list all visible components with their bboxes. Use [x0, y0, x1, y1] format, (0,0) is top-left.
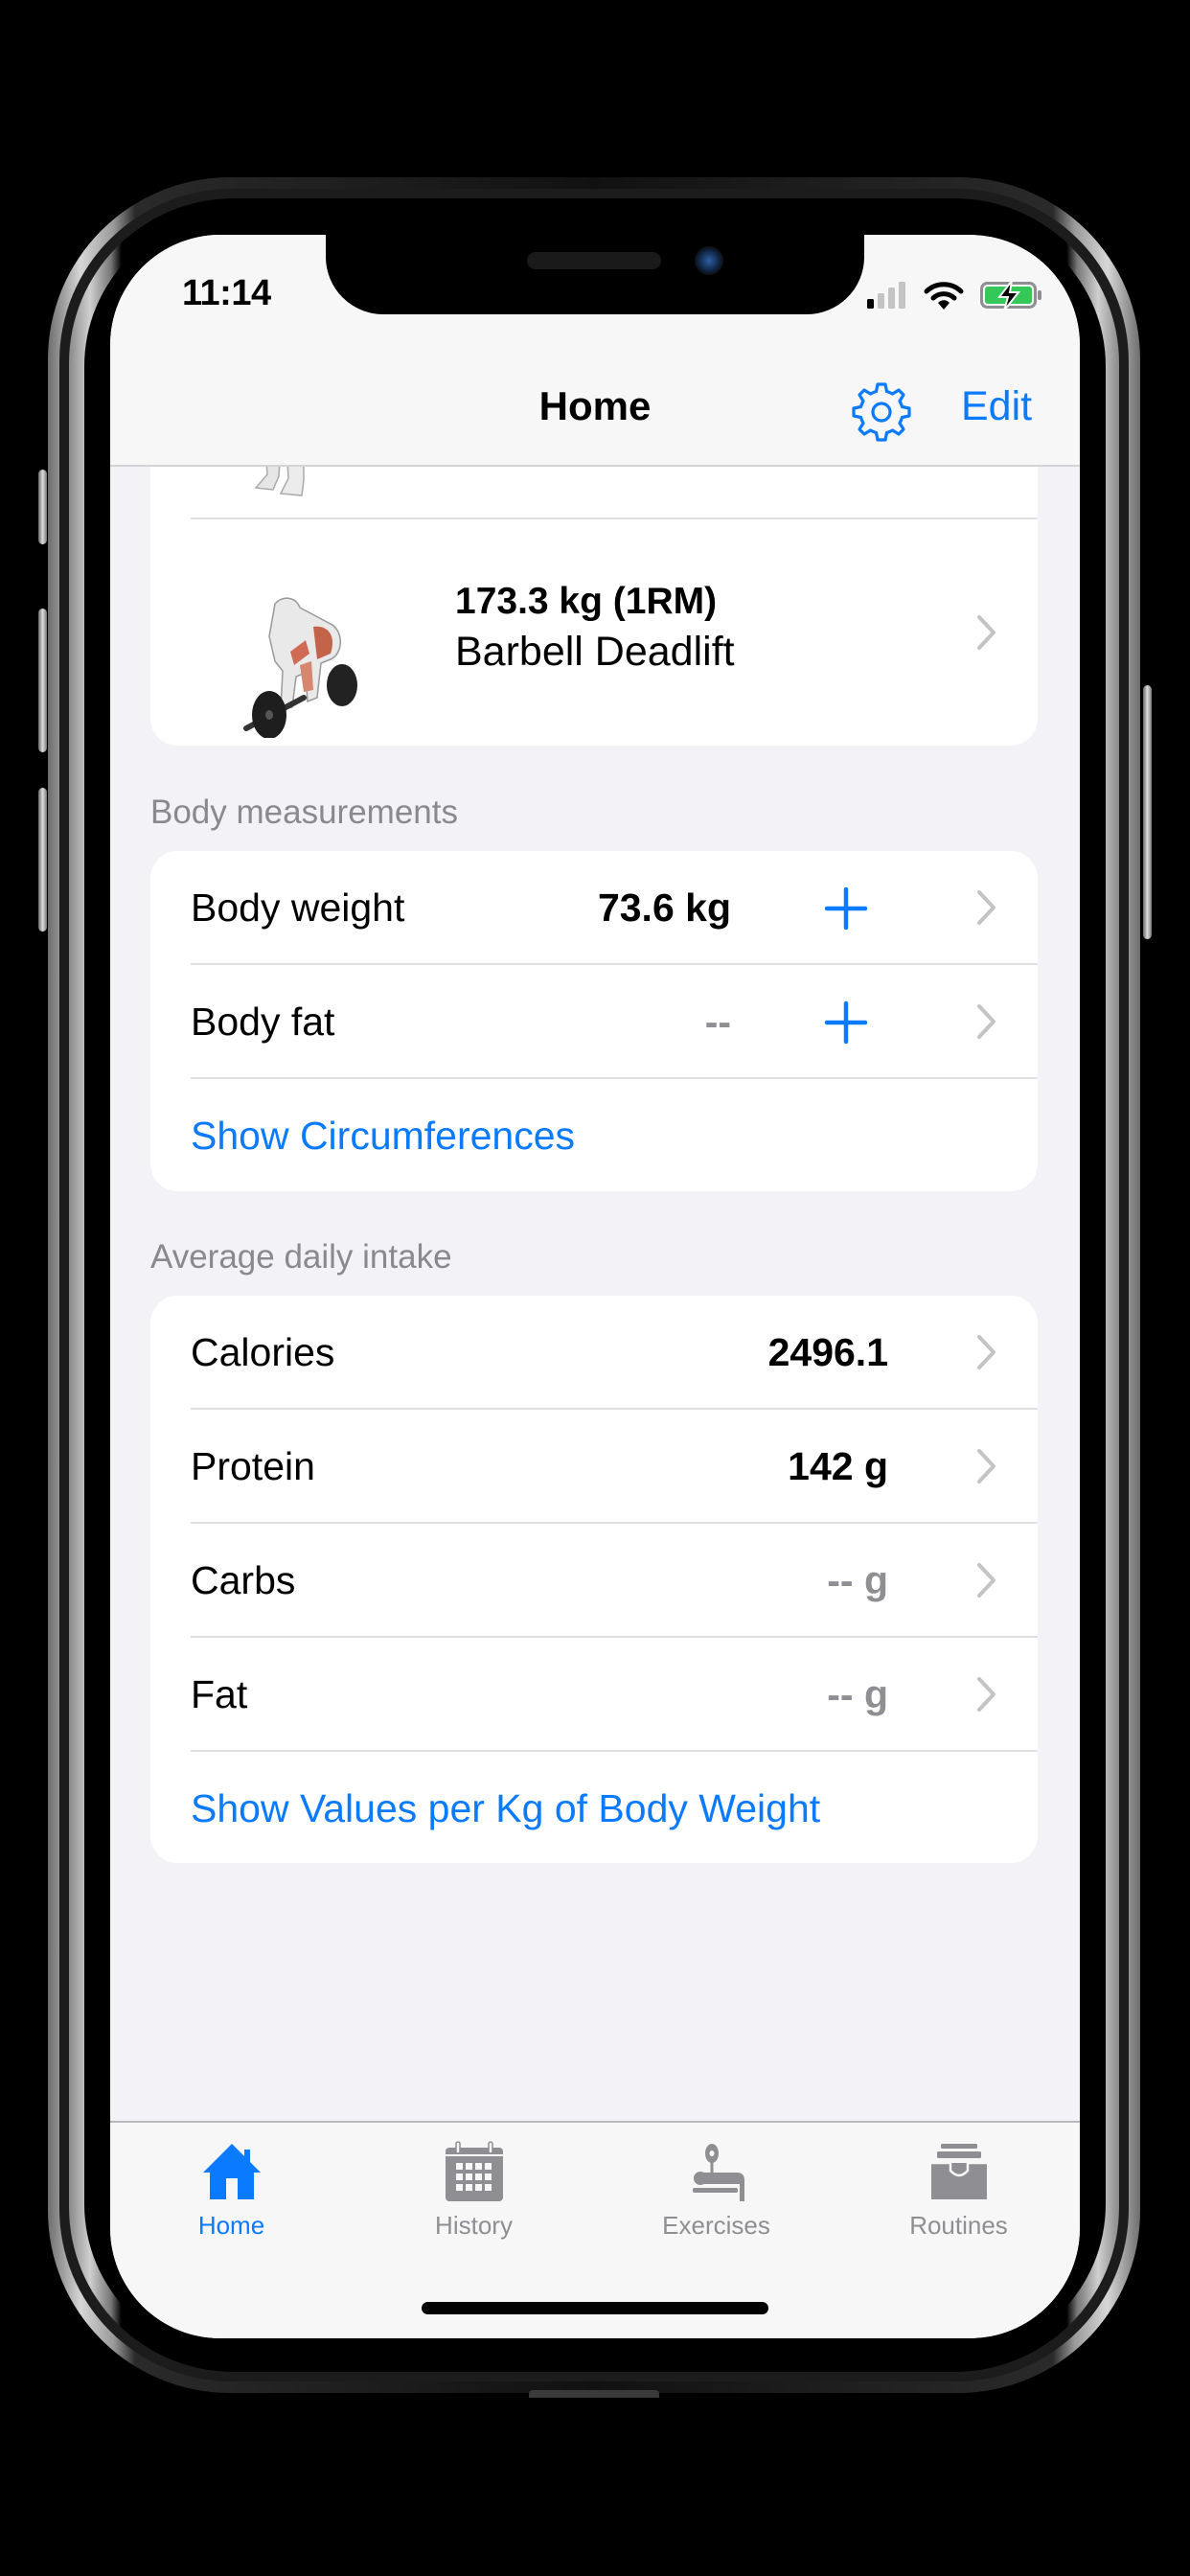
calories-value: 2496.1 [767, 1330, 888, 1374]
add-body-weight-plus-icon[interactable] [823, 886, 869, 932]
fat-value: -- g [827, 1672, 888, 1716]
fat-row[interactable]: Fat -- g [150, 1638, 1038, 1751]
chevron-right-icon [977, 1004, 995, 1039]
gear-icon[interactable] [850, 380, 913, 444]
house-icon [203, 2144, 261, 2199]
body-weight-value: 73.6 kg [597, 886, 731, 930]
protein-row[interactable]: Protein 142 g [150, 1410, 1038, 1523]
row-label: Protein [191, 1444, 315, 1488]
body-fat-row[interactable]: Body fat -- [150, 965, 1038, 1078]
battery-charging-icon [980, 280, 1041, 310]
row-label: Carbs [191, 1558, 296, 1602]
wifi-icon [924, 282, 964, 310]
tab-exercises[interactable]: Exercises [595, 2123, 837, 2257]
volume-down-button [38, 788, 47, 932]
page-title: Home [538, 383, 652, 428]
protein-value: 142 g [788, 1444, 888, 1488]
exercise-records-card: 173.3 kg (1RM) Barbell Deadlift [150, 426, 1038, 746]
mute-switch [38, 470, 47, 544]
signal-icon [867, 282, 905, 309]
tab-bar: Home History Exercises Routines [110, 2121, 1080, 2338]
section-header-daily-intake: Average daily intake [150, 1238, 452, 1276]
chevron-right-icon [977, 1335, 995, 1369]
tab-routines[interactable]: Routines [837, 2123, 1080, 2257]
tab-home[interactable]: Home [110, 2123, 353, 2257]
section-header-body-measurements: Body measurements [150, 794, 458, 831]
edit-button[interactable]: Edit [961, 383, 1032, 430]
daily-intake-card: Calories 2496.1 Protein 142 g Carbs -- g… [150, 1296, 1038, 1863]
notch [326, 235, 864, 314]
exercise-row[interactable]: 173.3 kg (1RM) Barbell Deadlift [150, 519, 1038, 746]
show-circumferences-row[interactable]: Show Circumferences [150, 1079, 1038, 1191]
barbell-deadlift-illustration [243, 597, 357, 738]
row-label: Body weight [191, 886, 405, 930]
front-camera [695, 246, 723, 275]
body-measurements-card: Body weight 73.6 kg Body fat -- Show Cir… [150, 851, 1038, 1191]
chevron-right-icon [977, 615, 995, 650]
tab-label: Routines [909, 2211, 1008, 2240]
tab-label: Exercises [662, 2211, 770, 2240]
tray-icon [931, 2144, 987, 2199]
chevron-right-icon [977, 1677, 995, 1712]
screen: 173.3 kg (1RM) Barbell Deadlift Body mea… [110, 235, 1080, 2338]
tab-history[interactable]: History [353, 2123, 595, 2257]
show-values-per-kg-row[interactable]: Show Values per Kg of Body Weight [150, 1752, 1038, 1863]
calendar-icon [446, 2141, 503, 2201]
add-body-fat-plus-icon[interactable] [823, 1000, 869, 1046]
show-values-per-kg-link[interactable]: Show Values per Kg of Body Weight [191, 1752, 820, 1863]
exercise-name: Barbell Deadlift [455, 629, 735, 675]
row-label: Calories [191, 1330, 335, 1374]
side-power-button [1143, 685, 1152, 939]
volume-up-button [38, 609, 47, 752]
carbs-row[interactable]: Carbs -- g [150, 1524, 1038, 1637]
calories-row[interactable]: Calories 2496.1 [150, 1296, 1038, 1409]
carbs-value: -- g [827, 1558, 888, 1602]
exercise-record-value: 173.3 kg (1RM) [455, 581, 718, 622]
chevron-right-icon [977, 1563, 995, 1598]
tab-label: Home [197, 2211, 265, 2240]
home-indicator[interactable] [422, 2302, 768, 2314]
row-label: Fat [191, 1672, 248, 1716]
status-icons [867, 280, 1041, 310]
body-fat-value: -- [704, 1000, 731, 1044]
row-label: Body fat [191, 1000, 335, 1044]
speaker-grille [527, 252, 661, 269]
status-time: 11:14 [182, 273, 271, 313]
tab-label: History [435, 2211, 513, 2240]
show-circumferences-link[interactable]: Show Circumferences [191, 1079, 575, 1191]
chevron-right-icon [977, 890, 995, 925]
body-weight-row[interactable]: Body weight 73.6 kg [150, 851, 1038, 964]
bottom-speaker-notch [529, 2390, 659, 2398]
bench-press-icon [693, 2144, 744, 2201]
chevron-right-icon [977, 1449, 995, 1484]
